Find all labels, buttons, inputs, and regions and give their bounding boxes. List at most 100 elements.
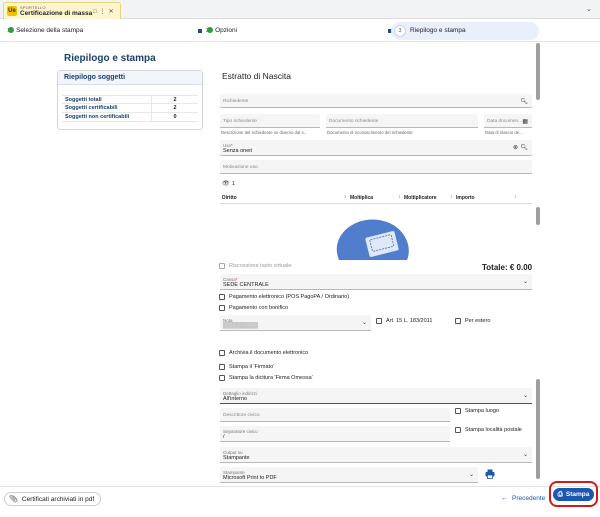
pagamento-elettronico-checkbox[interactable]: Pagamento elettronico (POS PagoPA / Ordi… [219,294,349,300]
step-label: Opzioni [215,27,238,34]
tipo-hint: Descrizione del richiedente se diverso d… [221,130,308,135]
tab-certificazione-di-massa[interactable]: Ue SPORTELLO Certificazione di massa □⋮✕ [3,2,121,19]
step-selezione-della-stampa[interactable]: 1Selezione della stampa [7,26,83,34]
copy-icon[interactable]: □ [93,9,100,15]
summary-table: Soggetti totali 2 Soggetti certificabili… [62,95,198,122]
cassa-select[interactable]: Cassa* SEDE CENTRALE ⌄ [220,274,532,290]
descrittore-placeholder: Descrittore civico [223,413,260,418]
archived-certificates-label: Certificati archiviati in pdf [21,495,95,503]
stampante-value: Microsoft Print to PDF [223,475,277,481]
separatore-label: Separatore civico [223,429,258,434]
col-moltiplica[interactable]: Moltiplica [350,195,373,201]
previous-button[interactable]: ← Precedente [501,491,545,505]
scrollbar-thumb[interactable] [536,43,540,100]
totale-label: Totale: € 0.00 [482,263,533,272]
pagamento-bonifico-label: Pagamento con bonifico [229,305,289,311]
descrittore-civico-field[interactable]: Descrittore civico [220,408,450,422]
art-15-checkbox[interactable]: Art. 15 L. 183/2011 [376,318,432,324]
table-row: Soggetti certificabili 2 [62,104,198,113]
step-separator [198,29,202,33]
col-importo[interactable]: Importo [456,195,475,201]
empty-state-illustration [336,219,409,260]
step-label: Selezione della stampa [16,27,84,34]
output-su-select[interactable]: Output su Stampante ⌄ [220,447,532,463]
firma-omessa-checkbox[interactable]: Stampa la dicitura 'Firma Omessa' [219,375,313,381]
uso-value: Senza oneri [223,148,253,154]
previous-label: Precedente [512,494,546,502]
print-button[interactable]: ⎙ Stampa [553,488,594,501]
dettaglio-value: All'interno [223,396,247,402]
data-hint: Data di rilascio de... [485,130,523,135]
step-number: 3 [394,25,406,37]
arrow-left-icon: ← [501,494,508,502]
page-title: Riepilogo e stampa [64,53,156,64]
chevron-down-icon[interactable]: ⌄ [523,451,528,458]
sort-icon[interactable]: ↕ [514,194,517,200]
more-icon[interactable]: ⋮ [100,9,109,15]
step-opzioni[interactable]: 2Opzioni [206,26,237,34]
stepper: 1Selezione della stampa 2Opzioni 3 Riepi… [0,20,600,42]
sort-icon[interactable]: ↕ [398,194,401,200]
motivazione-uso-field[interactable]: Motivazione uso [220,160,532,174]
chevron-down-icon[interactable]: ⌄ [586,5,592,13]
dettaglio-indirizzi-select[interactable]: Dettaglio indirizzi All'interno ⌄ [220,388,532,404]
separatore-civico-field[interactable]: Separatore civico / [220,426,450,442]
chevron-down-icon[interactable]: ⌄ [362,319,367,326]
print-label: Stampa [565,491,590,498]
row-label: Soggetti certificabili [62,104,152,112]
cassa-value: SEDE CENTRALE [223,282,269,288]
form-scrollbar[interactable] [536,43,540,483]
step-riepilogo-e-stampa[interactable]: 3 Riepilogo e stampa [391,22,539,40]
stampante-select[interactable]: Stampante Microsoft Print to PDF ⌄ [220,467,478,483]
summary-title: Riepilogo soggetti [58,71,202,85]
uso-field[interactable]: Uso* Senza oneri ⊗ 🔍︎ [220,140,532,156]
nota-select[interactable]: Nota █████████ ⌄ [220,315,371,331]
tipo-richiedente-field[interactable]: Tipo richiedente [220,114,320,128]
stampa-localita-checkbox[interactable]: Stampa località postale [455,427,522,433]
documento-richiedente-field[interactable]: Documento richiedente [326,114,478,128]
chevron-down-icon[interactable]: ⌄ [523,278,528,285]
separatore-value: / [223,434,225,440]
form-panel: Estratto di Nascita Richiedente 🔍︎ Tipo … [212,58,540,483]
archivia-label: Archivia il documento elettronico [229,350,309,356]
sort-icon[interactable]: ↕ [344,194,347,200]
firmato-label: Stampa il 'Firmato' [229,364,275,370]
paperclip-icon: 📎︎ [9,496,18,503]
col-moltiplicatore[interactable]: Moltiplicatore [404,195,437,201]
per-estero-label: Per estero [465,318,491,324]
richiedente-field[interactable]: Richiedente 🔍︎ [220,94,532,108]
per-estero-checkbox[interactable]: Per estero [455,318,490,324]
search-icon[interactable]: 🔍︎ [520,98,528,105]
row-label: Soggetti non certificabili [62,113,152,121]
search-icon[interactable]: 🔍︎ [520,144,528,151]
check-icon [207,27,214,33]
step-label: Riepilogo e stampa [410,27,466,34]
riscossione-checkbox[interactable]: Riscossione tasto virtuale [219,263,291,269]
table-row: Soggetti non certificabili 0 [62,113,198,122]
archived-certificates-button[interactable]: 📎︎ Certificati archiviati in pdf [4,492,102,506]
firma-omessa-label: Stampa la dicitura 'Firma Omessa' [229,375,313,381]
table-row: Soggetti totali 2 [62,95,198,104]
pagamento-bonifico-checkbox[interactable]: Pagamento con bonifico [219,305,288,311]
check-icon [8,27,15,33]
scrollbar-thumb[interactable] [536,207,540,225]
archivia-checkbox[interactable]: Archivia il documento elettronico [219,350,308,356]
sort-icon[interactable]: ↕ [450,194,453,200]
printer-settings-icon[interactable] [485,469,495,479]
calendar-icon[interactable]: ▦ [522,118,528,125]
stampa-luogo-checkbox[interactable]: Stampa luogo [455,408,499,414]
close-icon[interactable]: ✕ [109,9,117,15]
firmato-checkbox[interactable]: Stampa il 'Firmato' [219,364,274,370]
chevron-down-icon[interactable]: ⌄ [469,471,474,478]
section-title: Estratto di Nascita [222,71,291,81]
chevron-down-icon[interactable]: ⌄ [523,392,528,399]
output-value: Stampante [223,455,250,461]
clear-icon[interactable]: ⊗ [513,144,518,151]
row-label: Soggetti totali [62,96,152,103]
col-diritto[interactable]: Diritto [222,195,237,201]
scrollbar-thumb[interactable] [536,379,540,479]
eye-icon[interactable]: 👁︎ [222,180,230,187]
diritti-grid-header: Diritto ↕ Moltiplica ↕ Moltiplicatore ↕ … [220,192,532,204]
data-documento-field[interactable]: Data documen... ▦ [484,114,532,128]
tipo-placeholder: Tipo richiedente [223,119,257,124]
